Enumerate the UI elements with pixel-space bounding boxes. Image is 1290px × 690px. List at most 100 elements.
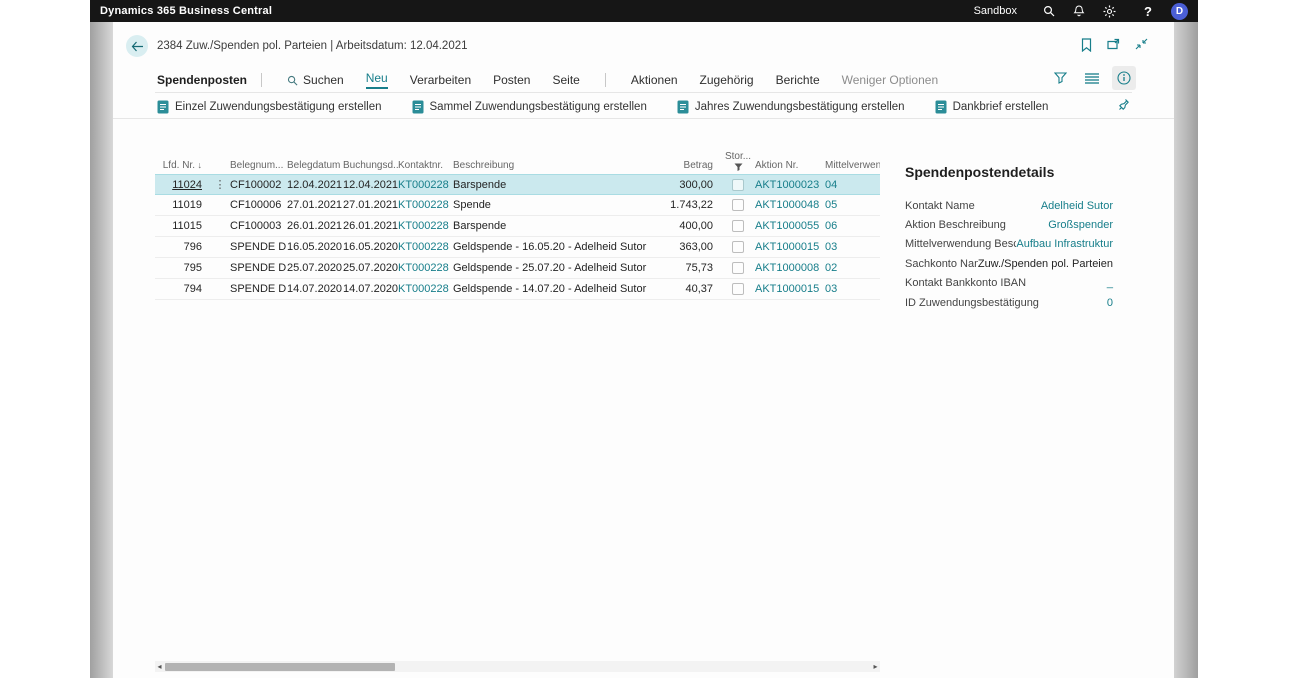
- detail-value[interactable]: Aufbau Infrastruktur: [1016, 238, 1113, 250]
- help-icon[interactable]: ?: [1133, 4, 1163, 19]
- cell-lfdnr[interactable]: 11024: [155, 179, 210, 191]
- cell-aktionnr[interactable]: AKT1000055: [755, 220, 825, 232]
- storno-checkbox[interactable]: [732, 199, 744, 211]
- open-in-window-icon[interactable]: [1107, 38, 1120, 52]
- collapse-icon[interactable]: [1135, 38, 1148, 52]
- menu-item-verarbeiten[interactable]: Verarbeiten: [410, 73, 471, 87]
- action-button-jahres[interactable]: Jahres Zuwendungsbestätigung erstellen: [677, 100, 905, 114]
- cell-aktionnr[interactable]: AKT1000023: [755, 179, 825, 191]
- storno-checkbox[interactable]: [732, 283, 744, 295]
- scroll-right-arrow[interactable]: ▸: [871, 661, 880, 672]
- storno-checkbox[interactable]: [732, 220, 744, 232]
- action-button-sammel[interactable]: Sammel Zuwendungsbestätigung erstellen: [412, 100, 647, 114]
- menu-item-posten[interactable]: Posten: [493, 73, 530, 87]
- table-row[interactable]: 11024⋮CF10000212.04.202112.04.2021KT0002…: [155, 174, 880, 195]
- column-header-belegdatum[interactable]: Belegdatum: [287, 160, 343, 171]
- cell-mittelverwendung[interactable]: 03: [825, 283, 880, 295]
- scroll-left-arrow[interactable]: ◂: [155, 661, 164, 672]
- storno-checkbox[interactable]: [732, 241, 744, 253]
- back-button[interactable]: [126, 35, 148, 57]
- column-header-mittelverwendung[interactable]: Mittelverwen...: [825, 160, 880, 171]
- detail-value[interactable]: 0: [1107, 297, 1113, 309]
- cell-kontaktnr[interactable]: KT000228: [398, 220, 453, 232]
- detail-value[interactable]: Adelheid Sutor: [1041, 200, 1113, 212]
- environment-label[interactable]: Sandbox: [974, 5, 1017, 17]
- list-view-icon[interactable]: [1080, 66, 1104, 90]
- cell-kontaktnr[interactable]: KT000228: [398, 199, 453, 211]
- cell-mittelverwendung[interactable]: 02: [825, 262, 880, 274]
- pin-icon[interactable]: [1118, 98, 1130, 111]
- column-header-buchungsdatum[interactable]: Buchungsd...: [343, 160, 398, 171]
- cell-kontaktnr[interactable]: KT000228: [398, 241, 453, 253]
- cell-mittelverwendung[interactable]: 06: [825, 220, 880, 232]
- cell-lfdnr[interactable]: 11019: [155, 199, 210, 211]
- detail-value[interactable]: _: [1107, 277, 1113, 289]
- column-header-beschreibung[interactable]: Beschreibung: [453, 160, 655, 171]
- action-button-dankbrief[interactable]: Dankbrief erstellen: [935, 100, 1049, 114]
- menu-item-seite[interactable]: Seite: [552, 73, 579, 87]
- menu-item-berichte[interactable]: Berichte: [776, 73, 820, 87]
- column-header-betrag[interactable]: Betrag: [655, 160, 721, 171]
- cell-belegdatum: 14.07.2020: [287, 283, 343, 295]
- table-row[interactable]: 11019CF10000627.01.202127.01.2021KT00022…: [155, 195, 880, 216]
- column-header-storniert[interactable]: Stor...: [721, 151, 755, 171]
- cell-belegdatum: 27.01.2021: [287, 199, 343, 211]
- table-row[interactable]: 795SPENDE DE...25.07.202025.07.2020KT000…: [155, 258, 880, 279]
- scrollbar-thumb[interactable]: [165, 663, 395, 671]
- cell-betrag: 363,00: [655, 241, 721, 253]
- table-header-row: Lfd. Nr. ↓ Belegnum...BelegdatumBuchungsd…: [155, 142, 880, 174]
- cell-mittelverwendung[interactable]: 03: [825, 241, 880, 253]
- table-row[interactable]: 11015CF10000326.01.202126.01.2021KT00022…: [155, 216, 880, 237]
- detail-label: Aktion Beschreibung: [905, 219, 1006, 231]
- cell-aktionnr[interactable]: AKT1000008: [755, 262, 825, 274]
- avatar[interactable]: D: [1171, 3, 1188, 20]
- column-header-lfdnr[interactable]: Lfd. Nr. ↓: [155, 160, 210, 171]
- cell-lfdnr[interactable]: 11015: [155, 220, 210, 232]
- action-button-einzel[interactable]: Einzel Zuwendungsbestätigung erstellen: [157, 100, 382, 114]
- cell-belegnr: SPENDE DE...: [230, 262, 287, 274]
- menu-divider: [605, 73, 606, 87]
- gear-icon[interactable]: [1103, 5, 1133, 18]
- cell-aktionnr[interactable]: AKT1000015: [755, 283, 825, 295]
- bell-icon[interactable]: [1073, 5, 1103, 17]
- action-bar: Einzel Zuwendungsbestätigung erstellen Sa…: [157, 96, 1048, 118]
- filter-icon[interactable]: [1048, 66, 1072, 90]
- storno-checkbox[interactable]: [732, 179, 744, 191]
- menu-item-aktionen[interactable]: Aktionen: [631, 73, 678, 87]
- storno-checkbox[interactable]: [732, 262, 744, 274]
- menu-item-zugeh-rig[interactable]: Zugehörig: [700, 73, 754, 87]
- app-window: Dynamics 365 Business Central Sandbox ? …: [90, 0, 1198, 678]
- table-row[interactable]: 796SPENDE DE...16.05.202016.05.2020KT000…: [155, 237, 880, 258]
- cell-lfdnr[interactable]: 794: [155, 283, 210, 295]
- row-context-menu[interactable]: ⋮: [210, 178, 230, 191]
- detail-label: Mittelverwendung Beschreib...: [905, 238, 1016, 250]
- menu-item-neu[interactable]: Neu: [366, 71, 388, 89]
- cell-mittelverwendung[interactable]: 04: [825, 179, 880, 191]
- cell-storniert: [721, 199, 755, 211]
- cell-aktionnr[interactable]: AKT1000048: [755, 199, 825, 211]
- cell-kontaktnr[interactable]: KT000228: [398, 262, 453, 274]
- cell-lfdnr[interactable]: 795: [155, 262, 210, 274]
- cell-kontaktnr[interactable]: KT000228: [398, 179, 453, 191]
- detail-field: Kontakt NameAdelheid Sutor: [905, 196, 1113, 215]
- cell-belegnr: SPENDE DE...: [230, 283, 287, 295]
- info-icon[interactable]: [1112, 66, 1136, 90]
- cell-mittelverwendung[interactable]: 05: [825, 199, 880, 211]
- horizontal-scrollbar[interactable]: ◂ ▸: [155, 661, 880, 672]
- table-row[interactable]: 794SPENDE DE...14.07.202014.07.2020KT000…: [155, 279, 880, 300]
- cell-kontaktnr[interactable]: KT000228: [398, 283, 453, 295]
- menu-item-suchen[interactable]: Suchen: [287, 73, 344, 87]
- column-header-kontaktnr[interactable]: Kontaktnr.: [398, 160, 453, 171]
- app-title[interactable]: Dynamics 365 Business Central: [100, 5, 272, 17]
- cell-lfdnr[interactable]: 796: [155, 241, 210, 253]
- cell-buchungsdatum: 12.04.2021: [343, 179, 398, 191]
- column-header-belegnr[interactable]: Belegnum...: [230, 160, 287, 171]
- menu-item-weniger-optionen[interactable]: Weniger Optionen: [842, 73, 939, 87]
- search-icon[interactable]: [1043, 5, 1073, 17]
- cell-belegdatum: 25.07.2020: [287, 262, 343, 274]
- cell-aktionnr[interactable]: AKT1000015: [755, 241, 825, 253]
- vertical-scrollbar[interactable]: [1174, 22, 1198, 678]
- detail-value[interactable]: Großspender: [1048, 219, 1113, 231]
- column-header-aktionnr[interactable]: Aktion Nr.: [755, 160, 825, 171]
- bookmark-icon[interactable]: [1081, 38, 1092, 52]
